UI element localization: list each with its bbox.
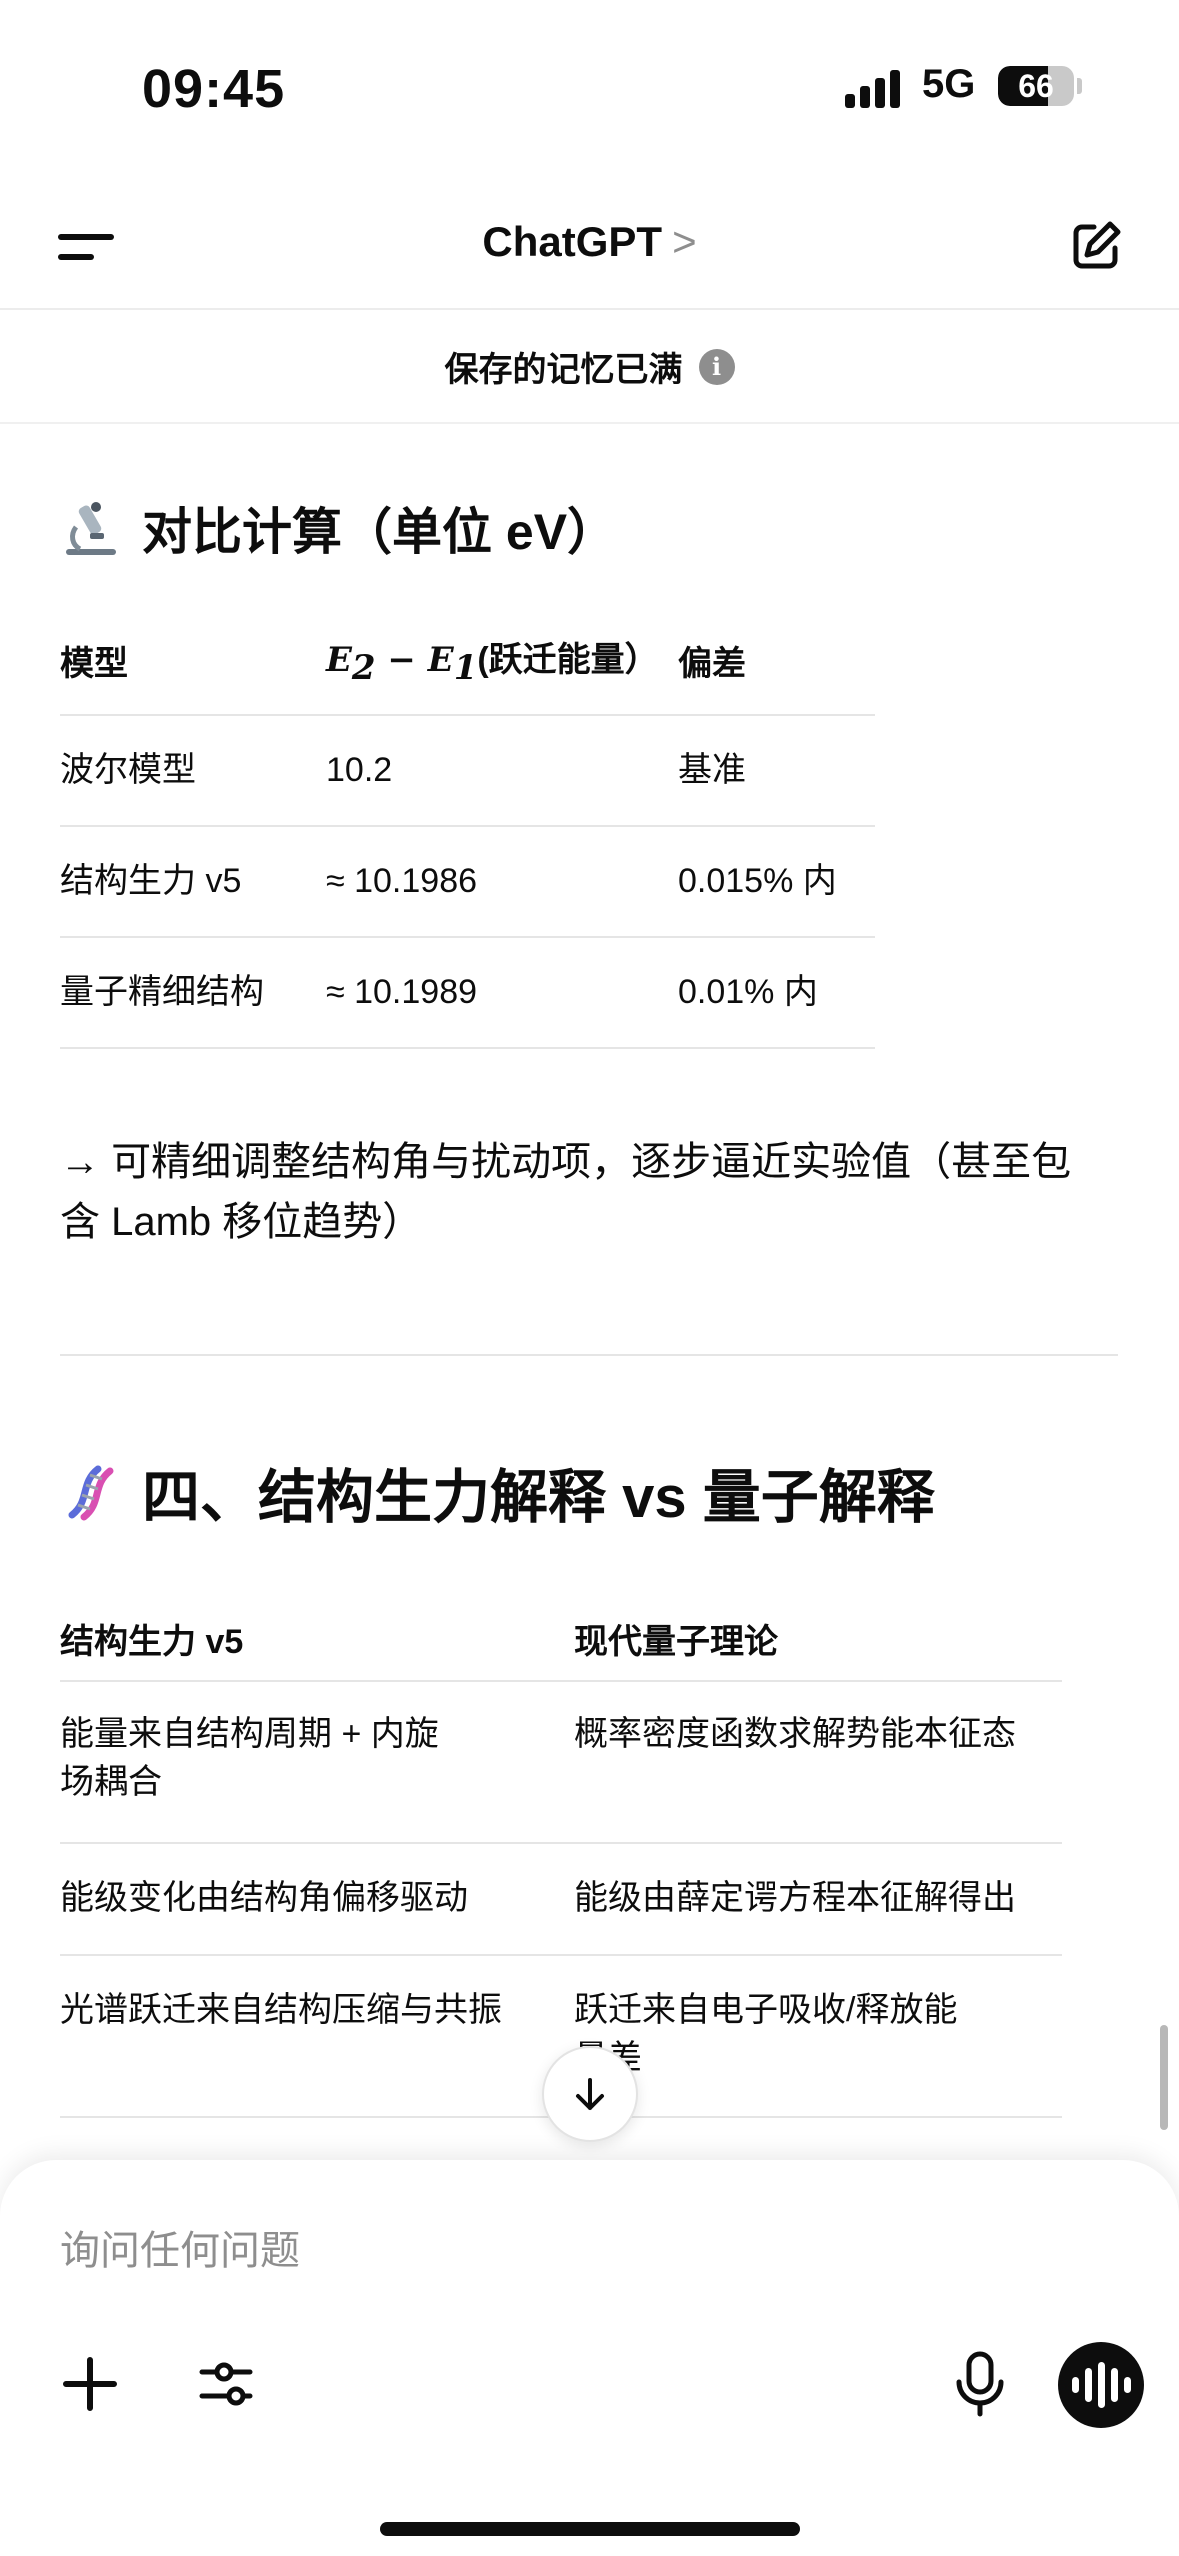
page-title: ChatGPT bbox=[482, 218, 663, 265]
column-header: 模型 bbox=[60, 645, 128, 683]
note-paragraph: → 可精细调整结构角与扰动项，逐步逼近实验值（甚至包 含 Lamb 移位趋势） bbox=[60, 1132, 1120, 1252]
microphone-icon[interactable] bbox=[950, 2350, 1010, 2418]
message-input[interactable]: 询问任何问题 bbox=[60, 2218, 300, 2276]
table-header-row: 模型 E2 − E1(跃迁能量） 偏差 bbox=[60, 612, 875, 716]
table-cell: 10.2 bbox=[326, 751, 393, 789]
table-header-row: 结构生力 v5 现代量子理论 bbox=[60, 1548, 1062, 1682]
column-header: E2 − E1(跃迁能量） bbox=[326, 640, 659, 688]
battery-percent: 66 bbox=[1018, 68, 1054, 104]
table-cell: 结构生力 v5 bbox=[60, 862, 242, 900]
column-header: 结构生力 v5 bbox=[60, 1623, 244, 1661]
home-indicator bbox=[380, 2522, 800, 2536]
comparison-table: 模型 E2 − E1(跃迁能量） 偏差 波尔模型 10.2 基准 结构生力 v5… bbox=[60, 612, 875, 1049]
plus-icon[interactable] bbox=[60, 2354, 120, 2414]
table-cell: 概率密度函数求解势能本征态 bbox=[574, 1715, 1016, 1753]
divider bbox=[60, 1354, 1118, 1356]
table-row: 能级变化由结构角偏移驱动 能级由薛定谔方程本征解得出 bbox=[60, 1844, 1062, 1956]
dna-icon bbox=[68, 1465, 114, 1521]
model-selector[interactable]: ChatGPT > bbox=[0, 218, 1179, 266]
table-cell: 能量来自结构周期 + 内旋 场耦合 bbox=[60, 1715, 439, 1801]
column-header: 现代量子理论 bbox=[574, 1623, 778, 1661]
voice-waveform-icon[interactable] bbox=[1058, 2342, 1144, 2428]
cellular-signal-icon bbox=[845, 66, 900, 108]
memory-notice-text: 保存的记忆已满 bbox=[444, 351, 683, 389]
table-cell: ≈ 10.1986 bbox=[326, 862, 478, 900]
table-cell: 量子精细结构 bbox=[60, 973, 264, 1011]
table-cell: 0.01% 内 bbox=[678, 973, 818, 1011]
table-cell: 跃迁来自电子吸收/释放能量差 bbox=[574, 1991, 958, 2077]
battery-icon: 66 bbox=[998, 66, 1074, 106]
table-cell: 能级变化由结构角偏移驱动 bbox=[60, 1879, 468, 1917]
table-row: 量子精细结构 ≈ 10.1989 0.01% 内 bbox=[60, 938, 875, 1049]
scrollbar[interactable] bbox=[1160, 2025, 1168, 2130]
table-cell: 波尔模型 bbox=[60, 751, 196, 789]
table-row: 结构生力 v5 ≈ 10.1986 0.015% 内 bbox=[60, 827, 875, 938]
scroll-to-bottom-button[interactable] bbox=[542, 2046, 638, 2142]
info-icon[interactable]: i bbox=[698, 348, 735, 385]
memory-full-notice[interactable]: 保存的记忆已满 i bbox=[0, 312, 1179, 424]
table-cell: 能级由薛定谔方程本征解得出 bbox=[574, 1879, 1016, 1917]
section-heading-text: 四、结构生力解释 vs 量子解释 bbox=[142, 1465, 935, 1530]
table-cell: ≈ 10.1989 bbox=[326, 973, 478, 1011]
note-line: → 可精细调整结构角与扰动项，逐步逼近实验值（甚至包 bbox=[60, 1140, 1072, 1184]
battery-tip bbox=[1077, 78, 1082, 94]
interpretation-table: 结构生力 v5 现代量子理论 能量来自结构周期 + 内旋 场耦合 概率密度函数求解… bbox=[60, 1548, 1062, 2118]
chat-message: 对比计算（单位 eV） 模型 E2 − E1(跃迁能量） 偏差 波尔模型 10.… bbox=[0, 424, 1179, 2164]
microscope-icon bbox=[66, 502, 116, 555]
table-cell: 光谱跃迁来自结构压缩与共振 bbox=[60, 1991, 502, 2029]
network-type: 5G bbox=[922, 62, 976, 106]
table-row: 波尔模型 10.2 基准 bbox=[60, 716, 875, 827]
sliders-icon[interactable] bbox=[196, 2354, 256, 2414]
section-heading-text: 对比计算（单位 eV） bbox=[142, 504, 618, 560]
status-time: 09:45 bbox=[142, 59, 286, 119]
status-bar: 09:45 5G 66 bbox=[0, 0, 1179, 170]
note-line: 含 Lamb 移位趋势） bbox=[60, 1200, 423, 1244]
arrow-down-icon bbox=[576, 2078, 604, 2110]
new-chat-icon[interactable] bbox=[1068, 218, 1124, 274]
chevron-right-icon: > bbox=[672, 218, 697, 265]
message-composer: 询问任何问题 bbox=[0, 2160, 1179, 2556]
section-heading: 对比计算（单位 eV） bbox=[60, 492, 617, 564]
section-heading: 四、结构生力解释 vs 量子解释 bbox=[60, 1450, 935, 1534]
table-cell: 基准 bbox=[678, 751, 746, 789]
table-cell: 0.015% 内 bbox=[678, 862, 837, 900]
top-navigation: ChatGPT > bbox=[0, 190, 1179, 310]
column-header: 偏差 bbox=[678, 645, 746, 683]
table-row: 能量来自结构周期 + 内旋 场耦合 概率密度函数求解势能本征态 bbox=[60, 1682, 1062, 1844]
